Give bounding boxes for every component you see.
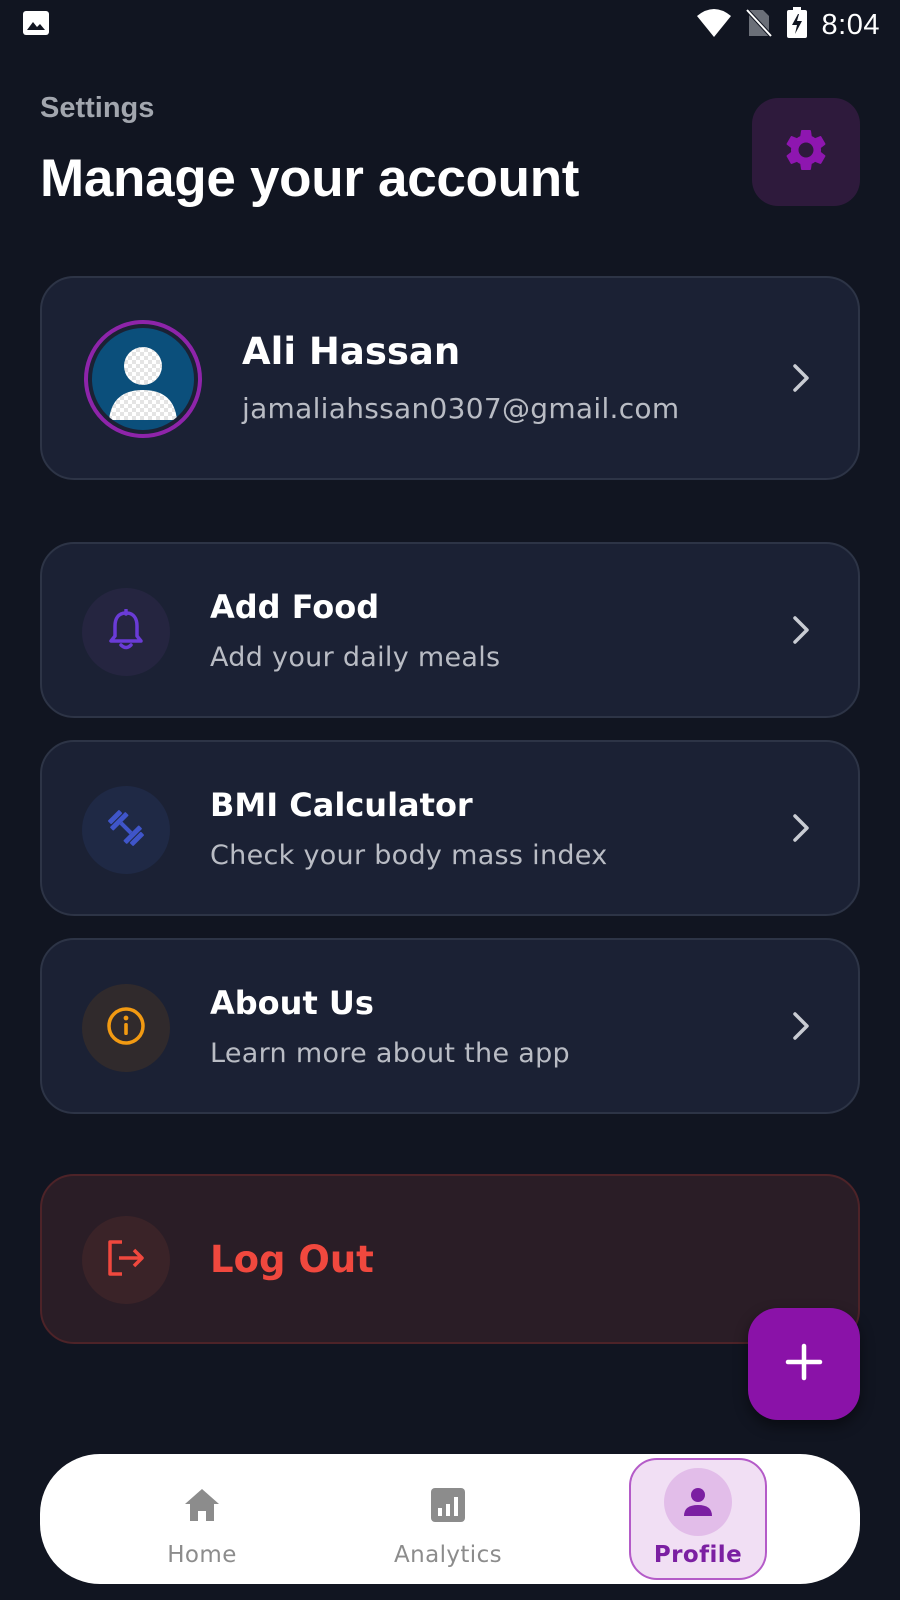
chevron-right-icon: [788, 1009, 814, 1043]
info-icon: [105, 1005, 147, 1051]
profile-name: Ali Hassan: [242, 330, 461, 373]
status-icons: 8:04: [696, 7, 880, 43]
menu-item-subtitle: Add your daily meals: [210, 642, 501, 673]
battery-charging-icon: [786, 7, 808, 43]
settings-button[interactable]: [752, 98, 860, 206]
nav-item-profile[interactable]: Profile: [629, 1458, 767, 1580]
status-bar: 8:04: [0, 0, 900, 50]
logout-icon-circle: [82, 1216, 170, 1304]
plus-icon: [784, 1342, 824, 1386]
logout-icon: [104, 1238, 148, 1282]
menu-item-subtitle: Learn more about the app: [210, 1038, 570, 1069]
nav-label: Profile: [653, 1542, 743, 1568]
nav-item-home[interactable]: Home: [132, 1454, 272, 1584]
wifi-icon: [696, 8, 732, 42]
chevron-right-icon: [788, 613, 814, 647]
menu-item-title: Add Food: [210, 588, 380, 626]
profile-card[interactable]: Ali Hassan jamaliahssan0307@gmail.com: [40, 276, 860, 480]
home-icon: [179, 1482, 225, 1528]
menu-item-bmi-calculator[interactable]: BMI Calculator Check your body mass inde…: [40, 740, 860, 916]
nav-label: Home: [167, 1542, 237, 1568]
chevron-right-icon: [788, 811, 814, 845]
menu-icon-circle: [82, 786, 170, 874]
menu-item-title: About Us: [210, 984, 374, 1022]
nav-label: Analytics: [393, 1542, 503, 1568]
image-icon: [22, 10, 50, 40]
menu-item-about-us[interactable]: About Us Learn more about the app: [40, 938, 860, 1114]
chevron-right-icon: [788, 361, 814, 395]
menu-item-subtitle: Check your body mass index: [210, 840, 608, 871]
dumbbell-icon: [104, 806, 148, 854]
menu-item-add-food[interactable]: Add Food Add your daily meals: [40, 542, 860, 718]
logout-label: Log Out: [210, 1238, 374, 1281]
logout-button[interactable]: Log Out: [40, 1174, 860, 1344]
avatar-placeholder-icon: [92, 328, 194, 430]
person-icon: [664, 1468, 732, 1536]
avatar: [84, 320, 202, 438]
menu-icon-circle: [82, 984, 170, 1072]
page-title: Manage your account: [40, 149, 580, 208]
menu-item-title: BMI Calculator: [210, 786, 473, 824]
status-time: 8:04: [821, 8, 880, 41]
menu-icon-circle: [82, 588, 170, 676]
bell-icon: [106, 608, 146, 655]
add-fab-button[interactable]: [748, 1308, 860, 1420]
profile-email: jamaliahssan0307@gmail.com: [242, 392, 680, 425]
page-eyebrow: Settings: [40, 92, 155, 124]
nav-item-analytics[interactable]: Analytics: [378, 1454, 518, 1584]
bottom-nav: Home Analytics Profile: [40, 1454, 860, 1584]
analytics-icon: [425, 1482, 471, 1528]
gear-icon: [781, 125, 831, 179]
settings-screen: 8:04 Settings Manage your account Ali Ha…: [0, 0, 900, 1600]
no-sim-icon: [745, 8, 773, 42]
